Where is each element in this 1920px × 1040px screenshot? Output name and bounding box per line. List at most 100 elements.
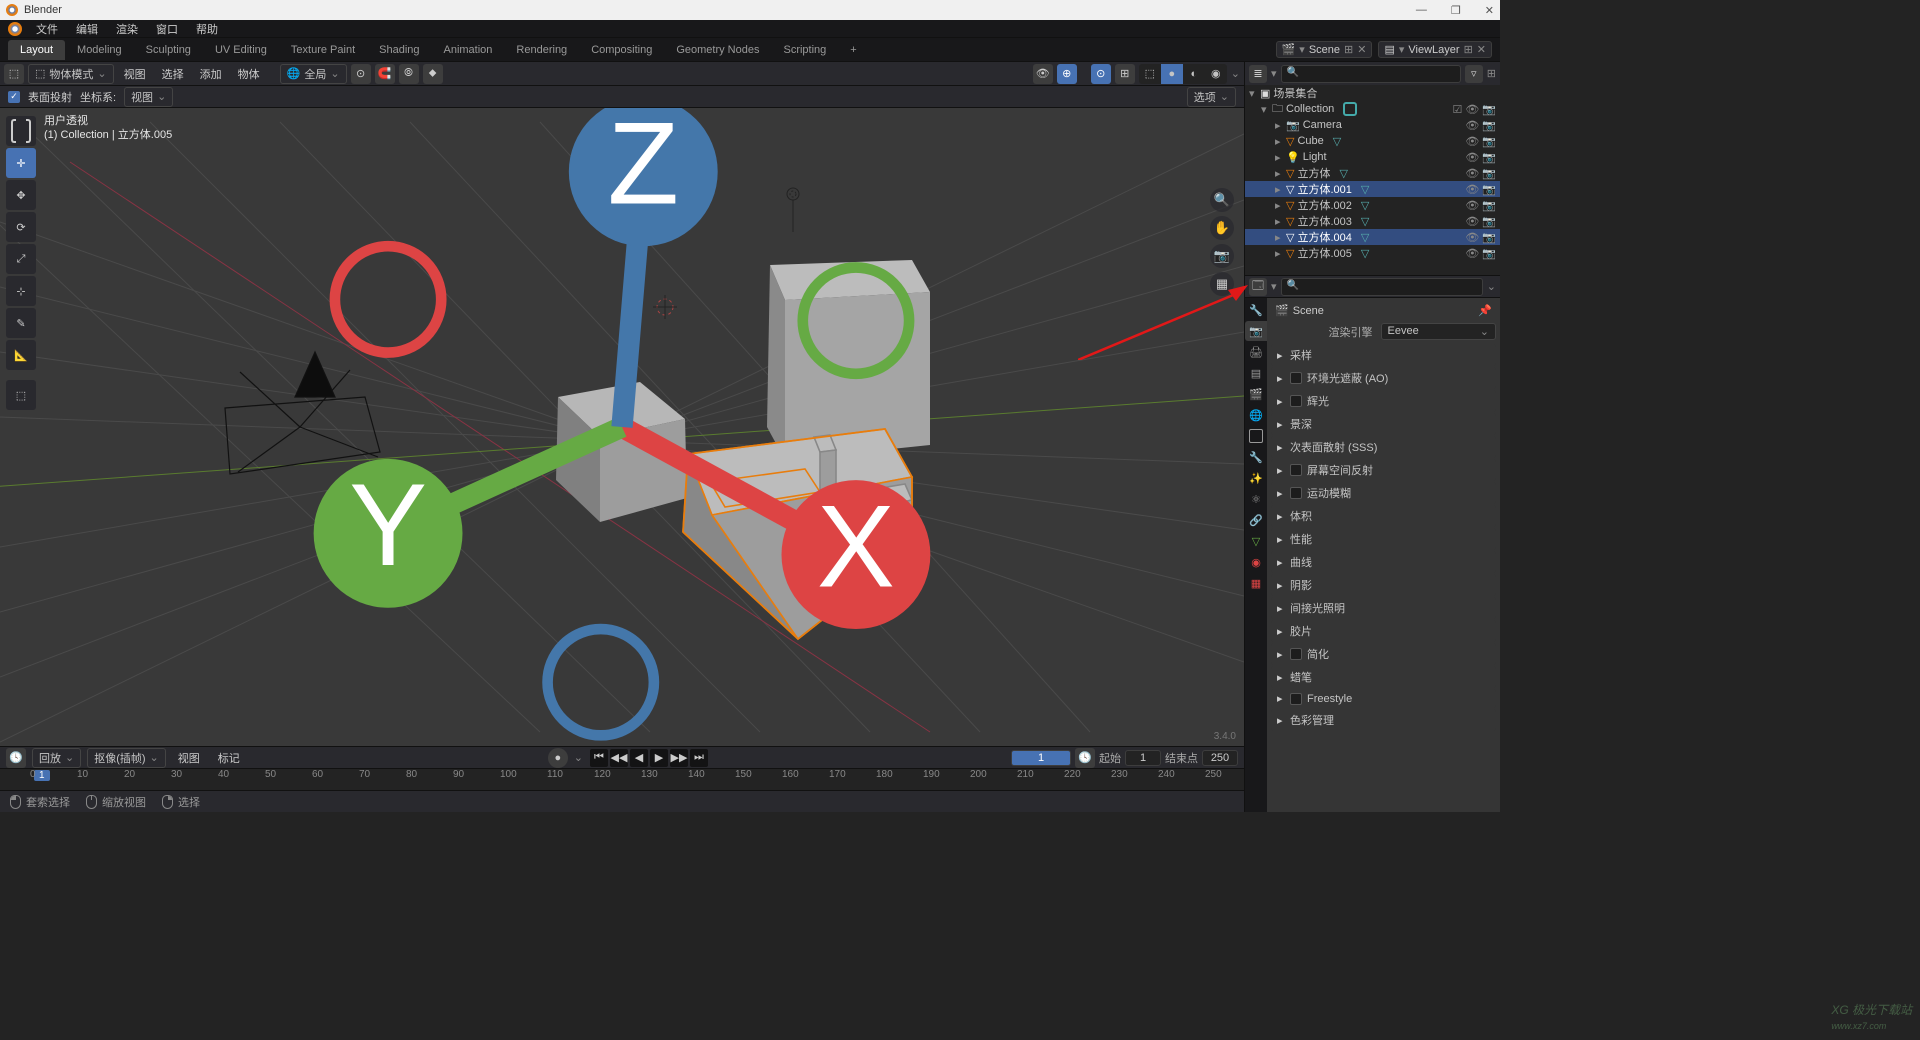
props-search[interactable] [1281, 278, 1483, 296]
panel-header[interactable]: ▸Freestyle [1271, 689, 1496, 708]
ptab-tool[interactable]: 🔧 [1245, 300, 1267, 320]
overlays-icon[interactable]: ⊙ [1091, 64, 1111, 84]
panel-header[interactable]: ▸曲线 [1271, 551, 1496, 573]
tab-layout[interactable]: Layout [8, 40, 65, 60]
render-icon[interactable]: 📷 [1482, 247, 1496, 260]
eye-icon[interactable]: 👁 [1465, 247, 1479, 260]
play-icon[interactable]: ▶ [650, 749, 668, 767]
tab-modeling[interactable]: Modeling [65, 40, 134, 60]
panel-header[interactable]: ▸蜡笔 [1271, 666, 1496, 688]
proportional-icon[interactable]: ⬥ [423, 64, 443, 84]
xray-icon[interactable]: ⊞ [1115, 64, 1135, 84]
panel-checkbox[interactable] [1290, 693, 1302, 705]
panel-header[interactable]: ▸运动模糊 [1271, 482, 1496, 504]
jump-end-icon[interactable]: ⏭ [690, 749, 708, 767]
current-frame[interactable]: 1 [1011, 750, 1071, 766]
ptab-viewlayer[interactable]: ▤ [1245, 363, 1267, 383]
panel-header[interactable]: ▸次表面散射 (SSS) [1271, 436, 1496, 458]
tool-move[interactable]: ✥ [6, 180, 36, 210]
tab-geo[interactable]: Geometry Nodes [664, 40, 771, 60]
outliner-item[interactable]: ▸▽Cube▽👁📷 [1245, 133, 1500, 149]
minimize-button[interactable]: — [1416, 4, 1427, 17]
menu-render[interactable]: 渲染 [108, 20, 146, 38]
keying-dropdown[interactable]: 抠像(插帧)⌄ [87, 748, 166, 768]
view-layer-selector[interactable]: ▤ ▾ ViewLayer ⊞✕ [1378, 41, 1492, 58]
outliner-item[interactable]: ▸📷Camera👁📷 [1245, 117, 1500, 133]
row-scene-collection[interactable]: ▾▣ 场景集合 [1245, 85, 1500, 101]
wireframe-mode-icon[interactable]: ⬚ [1139, 64, 1161, 84]
tool-annotate[interactable]: ✎ [6, 308, 36, 338]
vis-gizmos-icon[interactable]: 👁 [1033, 64, 1053, 84]
gizmo-toggle-icon[interactable]: ⊕ [1057, 64, 1077, 84]
ptab-physics[interactable]: ⚛ [1245, 489, 1267, 509]
ptab-constraints[interactable]: 🔗 [1245, 510, 1267, 530]
panel-header[interactable]: ▸色彩管理 [1271, 709, 1496, 731]
ptab-render[interactable]: 📷 [1245, 321, 1267, 341]
vp-menu-select[interactable]: 选择 [156, 64, 190, 84]
panel-header[interactable]: ▸简化 [1271, 643, 1496, 665]
playback-dropdown[interactable]: 回放⌄ [32, 748, 81, 768]
tab-texture[interactable]: Texture Paint [279, 40, 367, 60]
eye-icon[interactable]: 👁 [1465, 119, 1479, 132]
eye-icon[interactable]: 👁 [1465, 215, 1479, 228]
menu-file[interactable]: 文件 [28, 20, 66, 38]
ptab-particles[interactable]: ✨ [1245, 468, 1267, 488]
panel-checkbox[interactable] [1290, 395, 1302, 407]
tool-transform[interactable]: ⊹ [6, 276, 36, 306]
ptab-modifiers[interactable]: 🔧 [1245, 447, 1267, 467]
eye-icon[interactable]: 👁 [1465, 151, 1479, 164]
snap-target-icon[interactable]: ⦾ [399, 64, 419, 84]
outliner-item[interactable]: ▸▽立方体.004▽👁📷 [1245, 229, 1500, 245]
vp-menu-object[interactable]: 物体 [232, 64, 266, 84]
eye-icon[interactable]: 👁 [1465, 135, 1479, 148]
timecode-icon[interactable]: 🕓 [1075, 748, 1095, 768]
tab-rendering[interactable]: Rendering [504, 40, 579, 60]
outliner-item[interactable]: ▸▽立方体.002▽👁📷 [1245, 197, 1500, 213]
ptab-world[interactable]: 🌐 [1245, 405, 1267, 425]
eye-icon[interactable]: 👁 [1465, 199, 1479, 212]
tl-menu-view[interactable]: 视图 [172, 748, 206, 768]
vp-menu-view[interactable]: 视图 [118, 64, 152, 84]
timeline-ruler[interactable]: 1 01020304050607080901001101201301401501… [0, 768, 1244, 790]
ptab-mesh[interactable]: ▽ [1245, 531, 1267, 551]
tab-sculpting[interactable]: Sculpting [134, 40, 203, 60]
row-collection[interactable]: ▾🗀 Collection ☑👁📷 [1245, 101, 1500, 117]
panel-header[interactable]: ▸胶片 [1271, 620, 1496, 642]
outliner-search[interactable] [1281, 65, 1461, 83]
panel-header[interactable]: ▸采样 [1271, 344, 1496, 366]
panel-checkbox[interactable] [1290, 464, 1302, 476]
outliner-item[interactable]: ▸▽立方体.003▽👁📷 [1245, 213, 1500, 229]
ptab-output[interactable]: 🖨 [1245, 342, 1267, 362]
orientation-selector[interactable]: 🌐 全局 ⌄ [280, 64, 347, 84]
outliner[interactable]: ▾▣ 场景集合 ▾🗀 Collection ☑👁📷 ▸📷Camera👁📷▸▽Cu… [1245, 85, 1500, 275]
outliner-item[interactable]: ▸💡Light👁📷 [1245, 149, 1500, 165]
playhead[interactable]: 1 [34, 770, 50, 781]
panel-header[interactable]: ▸环境光遮蔽 (AO) [1271, 367, 1496, 389]
eye-icon[interactable]: 👁 [1465, 167, 1479, 180]
editor-type-icon[interactable]: ⬚ [4, 64, 24, 84]
panel-header[interactable]: ▸阴影 [1271, 574, 1496, 596]
panel-header[interactable]: ▸体积 [1271, 505, 1496, 527]
filter-icon[interactable]: ▿ [1465, 65, 1483, 83]
ptab-texture[interactable]: ▦ [1245, 573, 1267, 593]
render-icon[interactable]: 📷 [1482, 151, 1496, 164]
menu-edit[interactable]: 编辑 [68, 20, 106, 38]
solid-mode-icon[interactable]: ● [1161, 64, 1183, 84]
pivot-icon[interactable]: ⊙ [351, 64, 371, 84]
tab-compositing[interactable]: Compositing [579, 40, 664, 60]
tool-cursor[interactable]: ✛ [6, 148, 36, 178]
eye-icon[interactable]: 👁 [1465, 183, 1479, 196]
prev-key-icon[interactable]: ◀◀ [610, 749, 628, 767]
render-icon[interactable]: 📷 [1482, 215, 1496, 228]
render-engine-select[interactable]: Eevee⌄ [1381, 323, 1497, 340]
panel-header[interactable]: ▸景深 [1271, 413, 1496, 435]
project-surface-checkbox[interactable]: ✓ [8, 91, 20, 103]
nav-gizmo[interactable]: X Y Z [0, 108, 1244, 746]
ptab-scene[interactable]: 🎬 [1245, 384, 1267, 404]
ptab-material[interactable]: ◉ [1245, 552, 1267, 572]
jump-start-icon[interactable]: ⏮ [590, 749, 608, 767]
render-icon[interactable]: 📷 [1482, 199, 1496, 212]
autokey-icon[interactable]: ● [548, 748, 568, 768]
panel-checkbox[interactable] [1290, 487, 1302, 499]
props-breadcrumb[interactable]: 🎬 Scene 📌 [1271, 302, 1496, 319]
